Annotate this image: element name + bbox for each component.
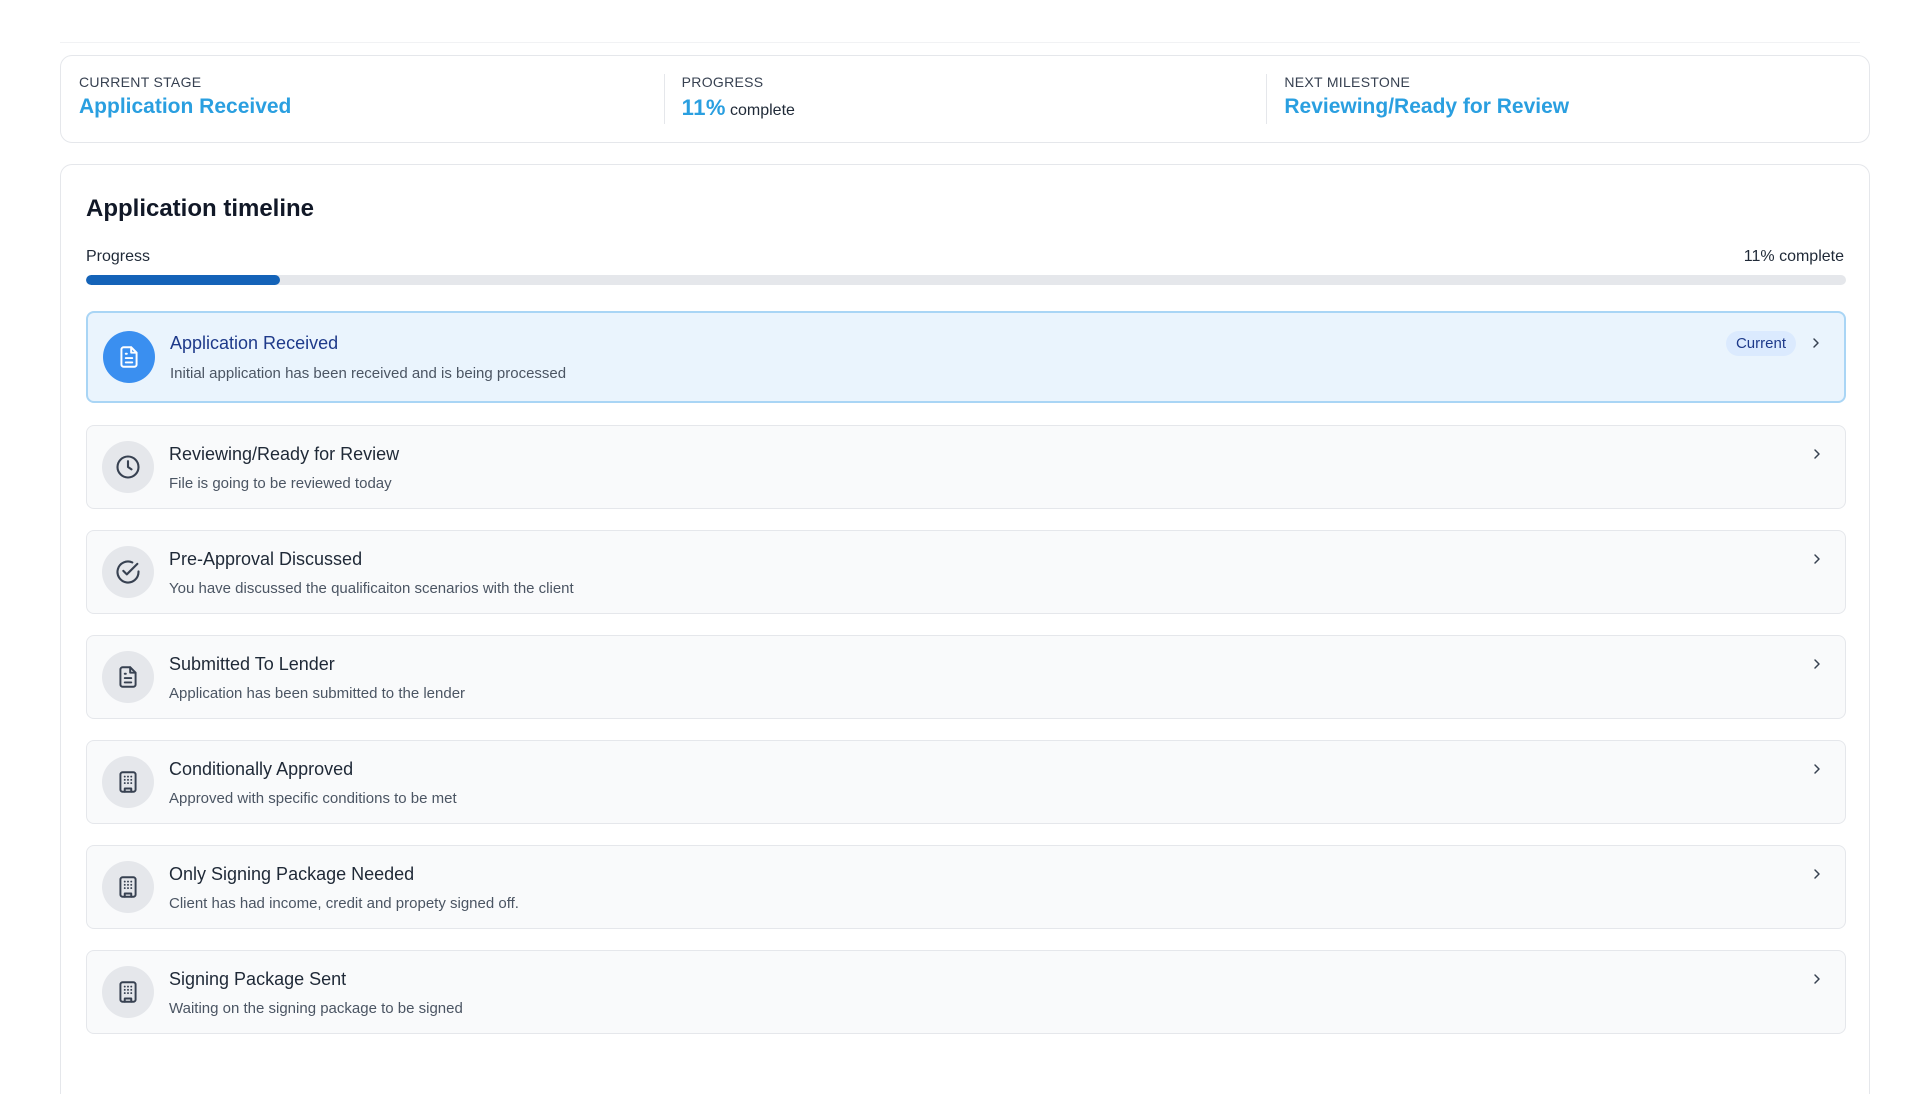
current-stage-label: Current Stage — [79, 74, 202, 90]
step-description: Application has been submitted to the le… — [169, 685, 466, 702]
building-icon — [102, 756, 154, 808]
timeline-progress-text: 11% complete — [1743, 248, 1844, 265]
next-milestone-label: Next Milestone — [1284, 74, 1411, 90]
step-description: File is going to be reviewed today — [169, 475, 392, 492]
current-status-badge: Current — [1725, 331, 1796, 356]
chevron-right-icon[interactable] — [1807, 654, 1827, 674]
timeline-step-signing-package-needed[interactable]: Only Signing Package Needed Client has h… — [86, 845, 1846, 929]
status-summary: Current Stage Application Received Progr… — [60, 55, 1870, 143]
timeline-step-submitted-to-lender[interactable]: Submitted To Lender Application has been… — [86, 635, 1846, 719]
chevron-right-icon[interactable] — [1807, 864, 1827, 884]
chevron-right-icon[interactable] — [1807, 759, 1827, 779]
step-description: You have discussed the qualificaiton sce… — [169, 580, 574, 597]
clock-icon — [102, 441, 154, 493]
progress-bar — [86, 275, 1846, 285]
chevron-right-icon[interactable] — [1806, 333, 1826, 353]
building-icon — [102, 966, 154, 1018]
timeline-title: Application timeline — [86, 195, 315, 222]
progress-bar-fill — [86, 275, 280, 285]
document-icon — [102, 651, 154, 703]
timeline-step-reviewing[interactable]: Reviewing/Ready for Review File is going… — [86, 425, 1846, 509]
step-title: Only Signing Package Needed — [169, 864, 415, 884]
check-circle-icon — [102, 546, 154, 598]
next-milestone-summary: Next Milestone Reviewing/Ready for Revie… — [1266, 56, 1869, 142]
step-description: Approved with specific conditions to be … — [169, 790, 457, 807]
document-icon — [103, 331, 155, 383]
application-timeline-card: Application timeline Progress 11% comple… — [60, 164, 1870, 1094]
top-divider — [60, 42, 1860, 43]
step-title: Reviewing/Ready for Review — [169, 444, 400, 464]
chevron-right-icon[interactable] — [1807, 444, 1827, 464]
timeline-step-application-received[interactable]: Application Received Initial application… — [86, 311, 1846, 403]
step-description: Initial application has been received an… — [170, 365, 567, 382]
step-title: Submitted To Lender — [169, 654, 335, 674]
current-stage-value: Application Received — [79, 95, 292, 118]
progress-summary: Progress 11% complete — [663, 56, 1267, 142]
current-stage-summary: Current Stage Application Received — [61, 56, 664, 142]
timeline-step-pre-approval[interactable]: Pre-Approval Discussed You have discusse… — [86, 530, 1846, 614]
building-icon — [102, 861, 154, 913]
timeline-step-conditionally-approved[interactable]: Conditionally Approved Approved with spe… — [86, 740, 1846, 824]
timeline-progress-label: Progress — [86, 248, 151, 265]
step-title: Pre-Approval Discussed — [169, 549, 363, 569]
step-description: Client has had income, credit and propet… — [169, 895, 519, 912]
step-title: Application Received — [170, 333, 339, 353]
next-milestone-value: Reviewing/Ready for Review — [1284, 95, 1570, 118]
step-title: Signing Package Sent — [169, 969, 347, 989]
timeline-step-signing-package-sent[interactable]: Signing Package Sent Waiting on the sign… — [86, 950, 1846, 1034]
progress-percent-value: 11% — [681, 95, 726, 120]
chevron-right-icon[interactable] — [1807, 549, 1827, 569]
timeline-steps: Application Received Initial application… — [86, 311, 1846, 1055]
step-title: Conditionally Approved — [169, 759, 354, 779]
chevron-right-icon[interactable] — [1807, 969, 1827, 989]
step-description: Waiting on the signing package to be sig… — [169, 1000, 463, 1017]
progress-suffix: complete — [730, 102, 795, 119]
progress-summary-label: Progress — [681, 74, 764, 90]
